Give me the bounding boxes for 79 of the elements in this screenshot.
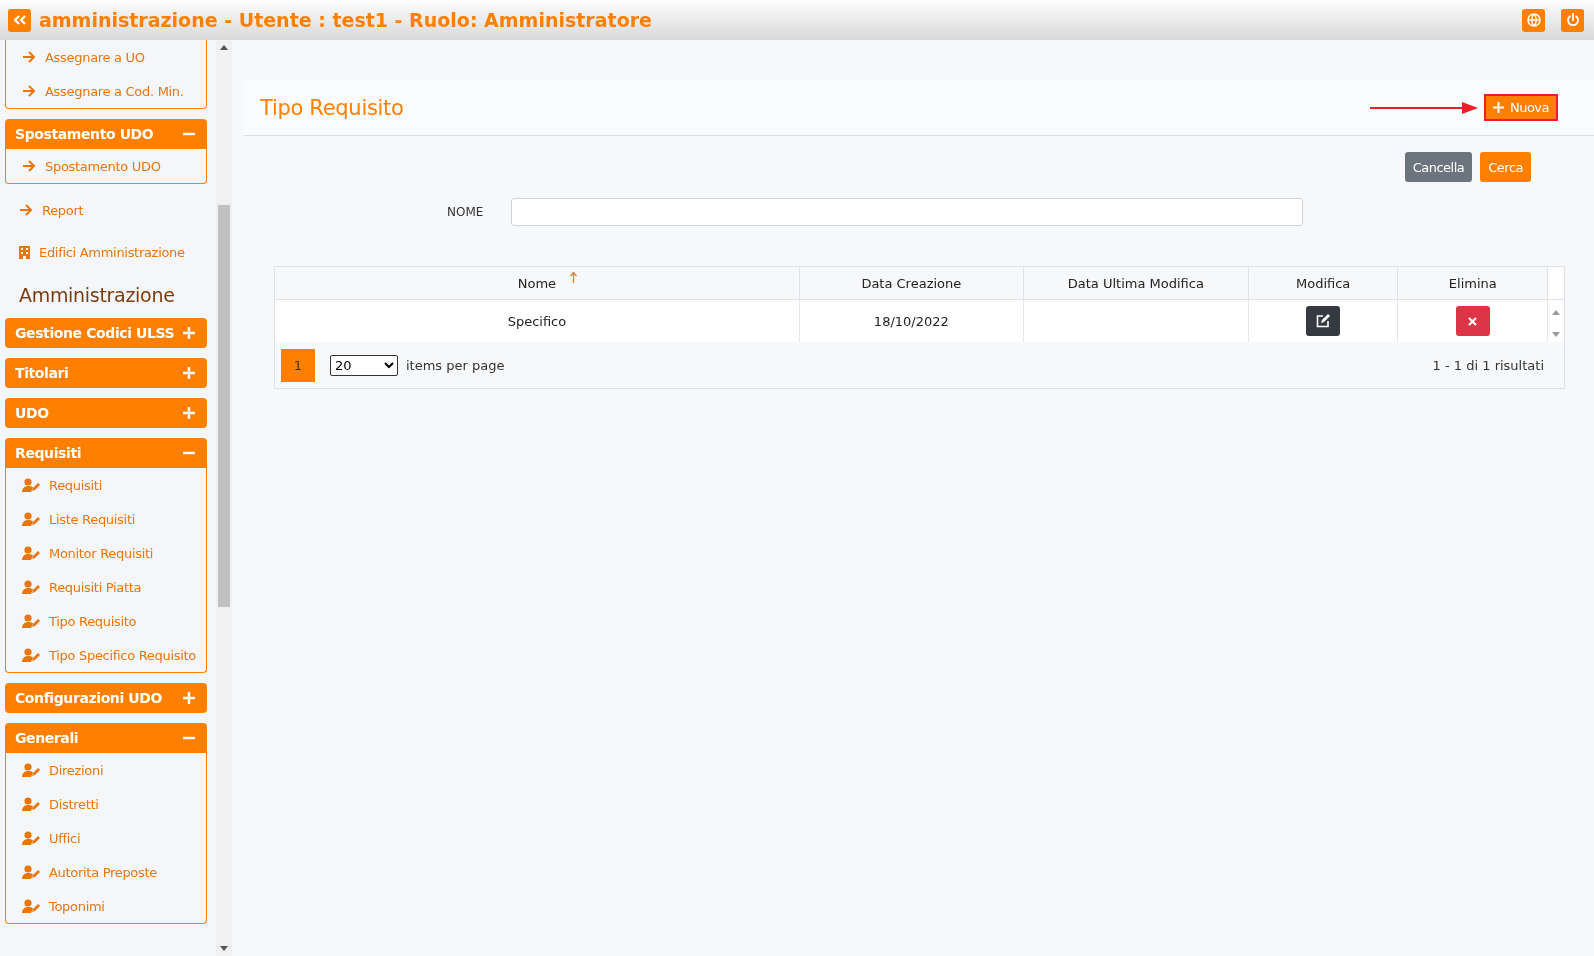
group-header[interactable]: UDO — [5, 398, 207, 428]
column-header[interactable]: Elimina — [1398, 267, 1548, 300]
new-button[interactable]: Nuova — [1483, 94, 1558, 121]
user-edit-icon — [22, 580, 40, 594]
column-header[interactable]: Data Creazione — [799, 267, 1024, 300]
group-header[interactable]: Spostamento UDO — [5, 119, 207, 149]
sidebar-item[interactable]: Requisiti — [6, 468, 206, 502]
arrow-icon — [19, 204, 33, 216]
double-chevron-icon — [13, 15, 26, 25]
arrow-icon — [22, 85, 36, 97]
group-header[interactable]: Configurazioni UDO — [5, 683, 207, 713]
logout-button[interactable] — [1561, 8, 1584, 32]
globe-icon — [1526, 13, 1541, 27]
sidebar-item[interactable]: Direzioni — [6, 753, 206, 787]
sidebar-item[interactable]: Spostamento UDO — [6, 149, 206, 183]
user-edit-icon — [22, 865, 40, 879]
user-edit-icon — [22, 478, 40, 492]
name-field[interactable] — [511, 198, 1304, 226]
user-edit-icon — [22, 899, 40, 913]
column-header[interactable]: Nome — [275, 267, 800, 300]
sidebar-item[interactable]: Tipo Requisito — [6, 604, 206, 638]
page-size-select[interactable]: 20 — [330, 354, 398, 376]
user-edit-icon — [22, 797, 40, 811]
arrow-icon — [22, 51, 36, 63]
sidebar-item[interactable]: Autorita Preposte — [6, 855, 206, 889]
scroll-up-icon — [1552, 309, 1561, 315]
group-header[interactable]: Titolari — [5, 358, 207, 388]
plus-icon — [183, 692, 195, 704]
user-edit-icon — [22, 648, 40, 662]
user-edit-icon — [22, 546, 40, 560]
user-edit-icon — [22, 614, 40, 628]
sidebar-item[interactable]: Requisiti Piatta — [6, 570, 206, 604]
page-button[interactable]: 1 — [281, 348, 315, 382]
user-edit-icon — [22, 831, 40, 845]
sort-up-icon — [570, 271, 578, 283]
table-cell: 18/10/2022 — [799, 299, 1024, 342]
field-label: NOME — [447, 205, 484, 219]
user-edit-icon — [22, 512, 40, 526]
results-summary: 1 - 1 di 1 risultati — [1432, 357, 1544, 373]
scroll-down-icon — [220, 946, 228, 951]
section-heading: Amministrazione — [18, 283, 176, 308]
sidebar-item[interactable]: Uffici — [6, 821, 206, 855]
table-cell: Specifico — [275, 299, 800, 342]
scroll-up-icon — [220, 45, 228, 50]
close-icon — [1468, 316, 1478, 326]
column-header[interactable]: Data Ultima Modifica — [1023, 267, 1249, 300]
scroll-down-icon — [1552, 331, 1561, 337]
search-button[interactable]: Cerca — [1480, 152, 1531, 182]
delete-button[interactable] — [1455, 306, 1490, 336]
sidebar-item[interactable]: Distretti — [6, 787, 206, 821]
group-header[interactable]: Generali — [5, 723, 207, 753]
plus-icon — [183, 327, 195, 339]
sidebar-link[interactable]: Edifici Amministrazione — [5, 236, 207, 268]
column-header[interactable]: Modifica — [1248, 267, 1398, 300]
sidebar-item[interactable]: Assegnare a Cod. Min. — [6, 74, 206, 108]
sidebar-item[interactable]: Assegnare a UO — [6, 40, 206, 74]
sidebar-link[interactable]: Report — [5, 194, 207, 226]
language-button[interactable] — [1522, 8, 1545, 32]
plus-icon — [1492, 102, 1504, 113]
window-title: amministrazione - Utente : test1 - Ruolo: Amministratore — [39, 9, 653, 31]
group-header[interactable]: Requisiti — [5, 438, 207, 468]
sidebar-item[interactable]: Liste Requisiti — [6, 502, 206, 536]
collapse-button[interactable] — [8, 8, 31, 32]
sidebar-item[interactable]: Monitor Requisiti — [6, 536, 206, 570]
clear-button[interactable]: Cancella — [1404, 152, 1473, 182]
building-icon — [19, 245, 30, 259]
page-size-label: items per page — [406, 357, 506, 373]
edit-button[interactable] — [1306, 306, 1341, 336]
plus-icon — [183, 367, 195, 379]
sidebar-item[interactable]: Tipo Specifico Requisito — [6, 638, 206, 672]
edit-icon — [1316, 314, 1331, 328]
user-edit-icon — [22, 763, 40, 777]
scrollbar[interactable] — [216, 40, 232, 956]
plus-icon — [183, 407, 195, 419]
page-title: Tipo Requisito — [260, 95, 404, 120]
sidebar-item[interactable]: Toponimi — [6, 889, 206, 923]
arrow-icon — [22, 160, 36, 172]
group-header[interactable]: Gestione Codici ULSS — [5, 318, 207, 348]
power-icon — [1565, 13, 1580, 27]
